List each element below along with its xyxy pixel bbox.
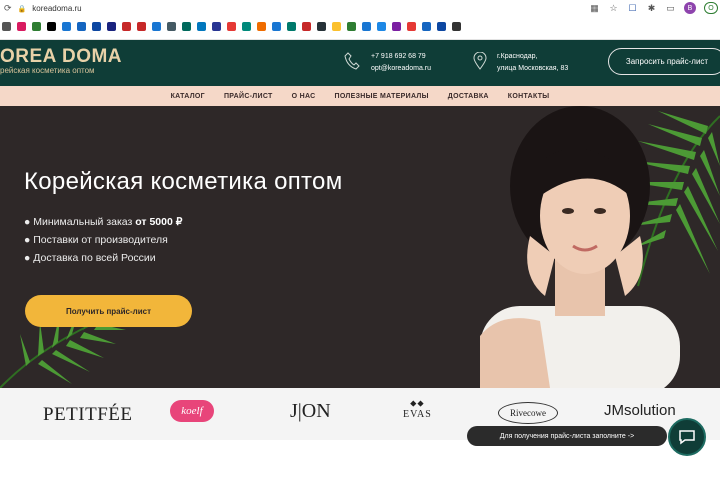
bullet-min-order-amount: от 5000 ₽ [135, 216, 183, 228]
bookmark-icon[interactable] [47, 22, 56, 31]
chat-tooltip[interactable]: Для получения прайс-листа заполните -> [467, 426, 667, 446]
bookmark-icon[interactable] [17, 22, 26, 31]
bookmark-icon[interactable] [62, 22, 71, 31]
model-photo [480, 106, 680, 388]
bullet-delivery: ● Доставка по всей России [24, 252, 156, 264]
profile-avatar[interactable]: B [684, 2, 696, 14]
bookmark-icon[interactable] [107, 22, 116, 31]
phone-link[interactable]: +7 918 692 68 79 [371, 53, 426, 60]
nav-about[interactable]: О НАС [292, 93, 316, 100]
phone-icon [344, 52, 360, 70]
logo-title[interactable]: OREA DOMA [0, 46, 122, 68]
evas-bow-icon: ⬥⬥ [410, 398, 425, 408]
browser-chrome: ⟳ 🔒 koreadoma.ru ▦ ☆ ☐ ✱ ▭ B O [0, 0, 720, 40]
chat-icon [679, 430, 695, 445]
bookmark-icon[interactable] [452, 22, 461, 31]
bookmark-icon[interactable] [152, 22, 161, 31]
bookmark-icon[interactable] [212, 22, 221, 31]
request-price-button[interactable]: Запросить прайс-лист [608, 48, 720, 75]
bullet-min-order: ● Минимальный заказ от 5000 ₽ [24, 216, 182, 228]
brand-rivecowe[interactable]: Rivecowe [498, 402, 558, 424]
nav-delivery[interactable]: ДОСТАВКА [448, 93, 489, 100]
bookmark-icon[interactable] [272, 22, 281, 31]
hero-section: Корейская косметика оптом ● Минимальный … [0, 106, 720, 388]
bookmark-icon[interactable] [197, 22, 206, 31]
nav-catalog[interactable]: КАТАЛОГ [171, 93, 205, 100]
star-icon[interactable]: ☆ [608, 3, 619, 14]
bookmark-icon[interactable] [332, 22, 341, 31]
bookmark-icon[interactable] [437, 22, 446, 31]
email-link[interactable]: opt@koreadoma.ru [371, 65, 431, 72]
bookmark-icon[interactable] [167, 22, 176, 31]
brand-jmsolution[interactable]: JMsolution [604, 402, 676, 419]
bookmark-icon[interactable] [347, 22, 356, 31]
hero-title: Корейская косметика оптом [24, 168, 343, 195]
main-nav: КАТАЛОГ ПРАЙС-ЛИСТ О НАС ПОЛЕЗНЫЕ МАТЕРИ… [0, 86, 720, 106]
evas-label: EVAS [403, 409, 432, 420]
bookmark-icon[interactable] [92, 22, 101, 31]
nav-price-list[interactable]: ПРАЙС-ЛИСТ [224, 93, 273, 100]
sidebar-icon[interactable]: ▭ [665, 3, 676, 14]
reload-icon[interactable]: ⟳ [4, 3, 12, 14]
bookmark-icon[interactable] [137, 22, 146, 31]
bookmark-icon[interactable] [227, 22, 236, 31]
bookmark-icon[interactable] [407, 22, 416, 31]
location-pin-icon [473, 51, 487, 70]
bookmark-icon[interactable] [32, 22, 41, 31]
chat-button[interactable] [668, 418, 706, 456]
address-street: улица Московская, 83 [497, 65, 569, 72]
bookmark-icon[interactable] [302, 22, 311, 31]
address-bar[interactable]: ⟳ 🔒 koreadoma.ru ▦ ☆ ☐ ✱ ▭ B O [0, 0, 720, 19]
nav-materials[interactable]: ПОЛЕЗНЫЕ МАТЕРИАЛЫ [335, 93, 429, 100]
bookmark-icon[interactable] [257, 22, 266, 31]
extension-icon[interactable]: ☐ [627, 3, 638, 14]
bookmark-icon[interactable] [2, 22, 11, 31]
brand-evas[interactable]: ⬥⬥ EVAS [403, 398, 432, 420]
bookmark-icon[interactable] [287, 22, 296, 31]
brand-koelf[interactable]: koelf [170, 400, 214, 422]
bookmark-icon[interactable] [392, 22, 401, 31]
qr-icon[interactable]: ▦ [589, 3, 600, 14]
bookmark-icon[interactable] [242, 22, 251, 31]
bookmark-icon[interactable] [377, 22, 386, 31]
lock-icon[interactable]: 🔒 [18, 5, 27, 13]
brand-petitfee[interactable]: PETITFÉE [43, 404, 133, 426]
puzzle-icon[interactable]: ✱ [646, 3, 657, 14]
bullet-supply: ● Поставки от производителя [24, 234, 168, 246]
bookmarks-bar [2, 22, 461, 31]
bullet-min-order-text: ● Минимальный заказ [24, 216, 136, 228]
update-button[interactable]: O [704, 2, 718, 14]
nav-contacts[interactable]: КОНТАКТЫ [508, 93, 550, 100]
brand-jon[interactable]: J|ON [290, 400, 331, 423]
bookmark-icon[interactable] [317, 22, 326, 31]
get-price-list-button[interactable]: Получить прайс-лист [25, 295, 192, 327]
bookmark-icon[interactable] [77, 22, 86, 31]
logo-subtitle: рейская косметика оптом [0, 66, 95, 75]
address-city: г.Краснодар, [497, 53, 538, 60]
bookmark-icon[interactable] [182, 22, 191, 31]
bookmark-icon[interactable] [422, 22, 431, 31]
bookmark-icon[interactable] [122, 22, 131, 31]
url-text[interactable]: koreadoma.ru [32, 4, 81, 13]
bookmark-icon[interactable] [362, 22, 371, 31]
